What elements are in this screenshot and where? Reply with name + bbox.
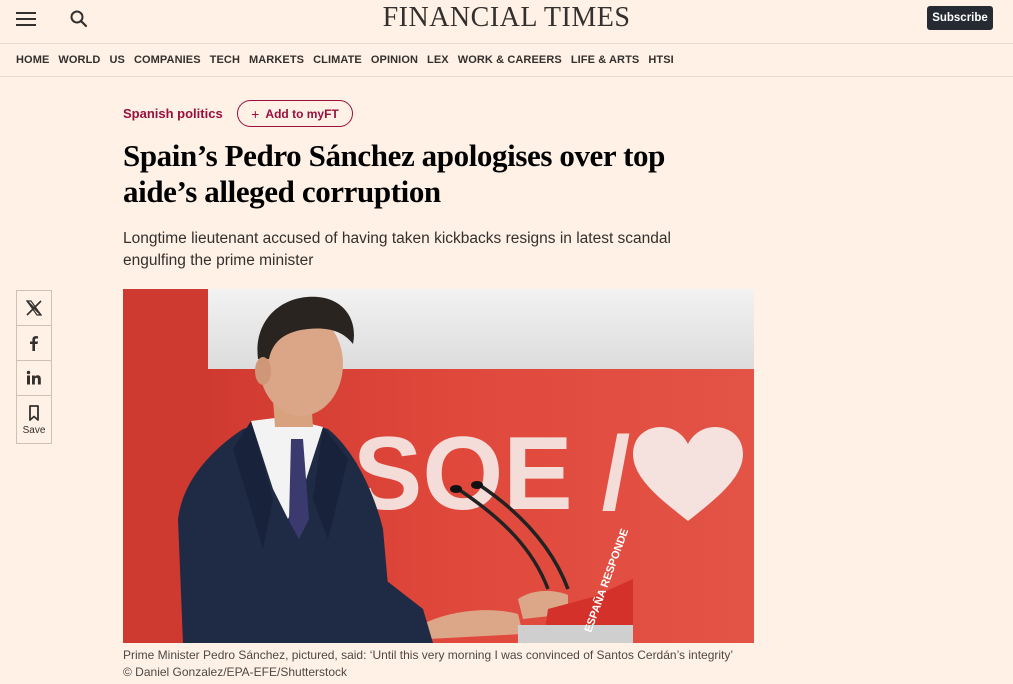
caption-text: Prime Minister Pedro Sánchez, pictured, … — [123, 648, 734, 662]
nav-item[interactable]: MARKETS — [249, 54, 304, 66]
share-facebook-button[interactable] — [16, 325, 52, 360]
linkedin-icon — [26, 370, 41, 385]
nav-item[interactable]: OPINION — [371, 54, 418, 66]
nav-item[interactable]: CLIMATE — [313, 54, 362, 66]
add-to-myft-label: Add to myFT — [265, 106, 339, 121]
nav-item[interactable]: US — [109, 54, 124, 66]
article-standfirst: Longtime lieutenant accused of having ta… — [123, 230, 671, 269]
share-rail: Save — [16, 290, 52, 444]
main-nav: HOME WORLD US COMPANIES TECH MARKETS CLIMATE OP… — [0, 43, 1013, 77]
subscribe-button[interactable]: Subscribe — [927, 6, 993, 30]
nav-item[interactable]: WORK & CAREERS — [458, 54, 562, 66]
nav-list: HOME WORLD US COMPANIES TECH MARKETS CLIMATE OP… — [0, 44, 1013, 76]
save-button[interactable]: Save — [16, 395, 52, 444]
nav-item[interactable]: LIFE & ARTS — [571, 54, 640, 66]
image-credit: © Daniel Gonzalez/EPA-EFE/Shutterstock — [123, 665, 348, 679]
lead-image: SOE / ESPAÑA RESPONDE — [123, 289, 754, 643]
nav-item[interactable]: COMPANIES — [134, 54, 201, 66]
lead-image-illustration: SOE / ESPAÑA RESPONDE — [123, 289, 754, 643]
nav-item[interactable]: TECH — [210, 54, 240, 66]
nav-item[interactable]: HTSI — [648, 54, 673, 66]
ft-logo[interactable]: FINANCIAL TIMES — [0, 2, 1013, 34]
nav-item[interactable]: LEX — [427, 54, 449, 66]
nav-item[interactable]: HOME — [16, 54, 49, 66]
save-label: Save — [22, 424, 46, 436]
facebook-icon — [30, 336, 38, 351]
article-headline: Spain’s Pedro Sánchez apologises over to… — [123, 138, 665, 209]
share-linkedin-button[interactable] — [16, 360, 52, 395]
top-bar: FINANCIAL TIMES Subscribe — [0, 0, 1013, 44]
x-icon — [25, 300, 43, 316]
nav-item[interactable]: WORLD — [58, 54, 100, 66]
add-to-myft-button[interactable]: + Add to myFT — [237, 100, 353, 127]
bookmark-icon — [29, 404, 39, 421]
topic-link[interactable]: Spanish politics — [123, 106, 223, 121]
image-caption: Prime Minister Pedro Sánchez, pictured, … — [123, 647, 783, 681]
plus-icon: + — [251, 105, 260, 122]
share-x-button[interactable] — [16, 290, 52, 325]
